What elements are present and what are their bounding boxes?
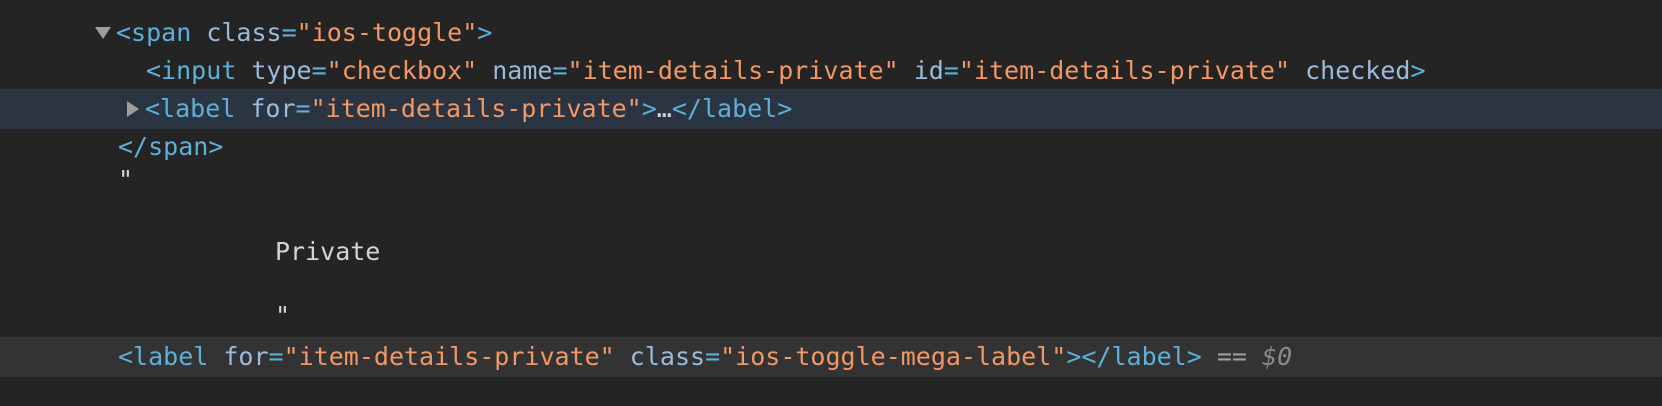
dom-node-label-collapsed[interactable]: <label for="item-details-private">…</lab… xyxy=(0,89,1662,129)
attribute-equals: = xyxy=(281,18,297,47)
text-node-quote: " xyxy=(275,301,291,330)
text-node-content: Private xyxy=(275,237,381,266)
attribute-equals: = xyxy=(943,56,959,85)
attribute-equals: = xyxy=(268,342,284,371)
attribute-name: class xyxy=(629,342,706,371)
dom-text-node-quote-open[interactable]: " xyxy=(0,160,1662,200)
tag-open: <input xyxy=(146,56,237,85)
tag-close: > xyxy=(1410,56,1426,85)
tag-close: > xyxy=(1066,342,1082,371)
attribute-value: "ios-toggle" xyxy=(296,18,478,47)
collapsed-ellipsis[interactable]: … xyxy=(657,94,672,123)
attribute-name: type xyxy=(251,56,312,85)
attribute-name: for xyxy=(223,342,269,371)
collapse-triangle-icon[interactable] xyxy=(95,27,111,39)
attribute-value: "checkbox" xyxy=(326,56,478,85)
dom-node-partial-next: " xyxy=(0,392,1662,406)
selected-equals-marker: == xyxy=(1216,342,1247,371)
tag-close: > xyxy=(641,94,657,123)
partial-text-node-quote: " xyxy=(118,392,133,406)
tag-open: <span xyxy=(116,18,192,47)
attribute-value: "item-details-private" xyxy=(283,342,615,371)
console-reference: $0 xyxy=(1262,342,1293,371)
dom-node-span-ios-toggle[interactable]: <span class="ios-toggle"> xyxy=(0,13,1662,53)
attribute-equals: = xyxy=(705,342,721,371)
attribute-equals: = xyxy=(295,94,311,123)
attribute-equals: = xyxy=(552,56,568,85)
end-tag: </label> xyxy=(1081,342,1202,371)
end-tag: </label> xyxy=(671,94,793,123)
attribute-value: "item-details-private" xyxy=(567,56,899,85)
attribute-name: class xyxy=(206,18,282,47)
text-node-quote: " xyxy=(118,165,134,194)
tag-open: <label xyxy=(145,94,236,123)
end-tag: </span> xyxy=(118,132,224,161)
tag-open: <label xyxy=(118,342,209,371)
dom-node-input-checkbox[interactable]: <input type="checkbox" name="item-detail… xyxy=(0,51,1662,91)
attribute-value: "item-details-private" xyxy=(958,56,1291,85)
attribute-value: "item-details-private" xyxy=(310,94,642,123)
attribute-equals: = xyxy=(311,56,327,85)
attribute-name: checked xyxy=(1305,56,1411,85)
elements-dom-tree: <span class="ios-toggle"> <input type="c… xyxy=(0,0,1662,406)
dom-node-label-mega-selected[interactable]: <label for="item-details-private" class=… xyxy=(0,337,1662,377)
attribute-name: id xyxy=(913,56,944,85)
attribute-name: name xyxy=(492,56,553,85)
attribute-value: "ios-toggle-mega-label" xyxy=(720,342,1067,371)
dom-text-node-private[interactable]: Private xyxy=(0,232,1662,272)
expand-triangle-icon[interactable] xyxy=(127,101,139,117)
dom-text-node-quote-close[interactable]: " xyxy=(0,296,1662,336)
tag-close: > xyxy=(477,18,493,47)
attribute-name: for xyxy=(250,94,296,123)
